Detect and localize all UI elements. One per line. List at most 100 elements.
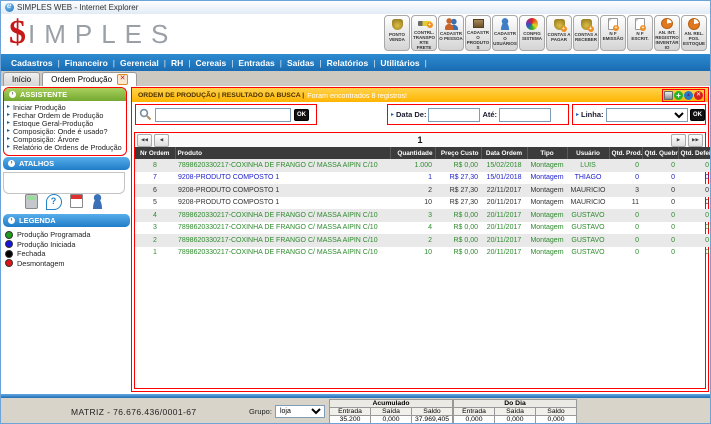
cell-quantidade: 4: [390, 222, 435, 235]
menu-item-saidas[interactable]: Saídas: [287, 58, 314, 68]
toolbar-button-n-f-emissao[interactable]: +N F EMISSÃO: [600, 15, 626, 51]
column-header-data-ordem[interactable]: Data Ordem: [481, 147, 527, 159]
toolbar-button-an-int-registro-inventario[interactable]: AN. INT. REGISTRO INVENTÁRIO: [654, 15, 680, 51]
company-identifier: MATRIZ - 76.676.436/0001-67: [71, 407, 196, 417]
tab-close-icon[interactable]: [117, 74, 128, 85]
menu-item-cadastros[interactable]: Cadastros: [11, 58, 53, 68]
summary-col-saida: Saída: [371, 408, 412, 416]
print-icon[interactable]: [664, 91, 673, 100]
table-row[interactable]: 79208-PRODUTO COMPOSTO 11R$ 27,3015/01/2…: [135, 172, 711, 185]
cell-nr-ordem: 1: [135, 247, 175, 260]
cell-qtd-prod: 0: [609, 209, 642, 222]
linha-ok-button[interactable]: OK: [690, 109, 705, 121]
toolbar-button-an-rel-pos-estoque[interactable]: AN. REL. POS. ESTOQUE: [681, 15, 707, 51]
cell-quantidade: 2: [390, 234, 435, 247]
menu-item-utilitarios[interactable]: Utilitários: [380, 58, 419, 68]
table-row[interactable]: 69208-PRODUTO COMPOSTO 12R$ 27,3022/11/2…: [135, 184, 711, 197]
sidebar-item-relatorio-de-ordens-de-producao[interactable]: ▸Relatório de Ordens de Produção: [7, 144, 124, 152]
search-input[interactable]: [155, 108, 291, 122]
ate-input[interactable]: [499, 108, 551, 122]
toolbar-button-config-sistema[interactable]: CONFIG SISTEMA: [519, 15, 545, 51]
menu-item-entradas[interactable]: Entradas: [238, 58, 274, 68]
table-row[interactable]: 17898620330217-COXINHA DE FRANGO C/ MASS…: [135, 247, 711, 260]
table-row[interactable]: 27898620330217-COXINHA DE FRANGO C/ MASS…: [135, 234, 711, 247]
atalhos-header[interactable]: › ATALHOS: [3, 157, 130, 170]
column-header-quantidade[interactable]: Quantidade: [390, 147, 435, 159]
legenda-list: Produção ProgramadaProdução IniciadaFech…: [5, 230, 125, 268]
chevron-circle-icon: ›: [8, 217, 15, 224]
status-bar: MATRIZ - 76.676.436/0001-67 Grupo: loja …: [1, 398, 710, 423]
delete-icon[interactable]: [694, 91, 703, 100]
column-header-nr-ordem[interactable]: Nr Ordem: [135, 147, 175, 159]
menu-item-gerencial[interactable]: Gerencial: [120, 58, 159, 68]
toolbar-button-cadastro-produtos[interactable]: CADASTRO PRODUTOS: [465, 15, 491, 51]
menu-separator: |: [164, 58, 166, 68]
column-header-tipo[interactable]: Tipo: [527, 147, 567, 159]
cell-quantidade: 3: [390, 209, 435, 222]
menu-item-cereais[interactable]: Cereais: [195, 58, 226, 68]
results-header-title: ORDEM DE PRODUÇÃO | RESULTADO DA BUSCA |: [138, 92, 304, 99]
cell-tipo: Montagem: [527, 222, 567, 235]
cell-qtd-quebra: 0: [642, 209, 678, 222]
menu-item-rh[interactable]: RH: [171, 58, 183, 68]
toolbar-button-label: CADASTRO USUÁRIOS: [493, 31, 517, 46]
table-row[interactable]: 37898620330217-COXINHA DE FRANGO C/ MASS…: [135, 222, 711, 235]
toolbar-button-contrl-transporte-frete[interactable]: +CONTRL. TRANSPORTE FRETE: [411, 15, 437, 51]
search-ok-button[interactable]: OK: [294, 109, 309, 121]
add-icon[interactable]: [674, 91, 683, 100]
summary-value-entrada: 0,000: [454, 416, 495, 424]
toolbar-button-cadastro-pessoa[interactable]: CADASTRO PESSOA: [438, 15, 464, 51]
menu-item-financeiro[interactable]: Financeiro: [65, 58, 108, 68]
column-header-qtd-defeito[interactable]: Qtd. Defeito: [678, 147, 711, 159]
toolbar-button-contas-a-pagar[interactable]: +CONTAS A PAGAR: [546, 15, 572, 51]
linha-select[interactable]: [606, 108, 688, 122]
edit-icon[interactable]: [684, 91, 693, 100]
money-bag-plus-icon: +: [581, 19, 592, 30]
summary-col-entrada: Entrada: [454, 408, 495, 416]
toolbar-button-n-f-escrit[interactable]: +N F ESCRIT.: [627, 15, 653, 51]
column-header-usuario[interactable]: Usuário: [567, 147, 609, 159]
summary-value-saldo: 0,000: [536, 416, 577, 424]
assistente-list: ▸Iniciar Produção▸Fechar Ordem de Produç…: [4, 101, 126, 155]
legend-label: Produção Iniciada: [17, 240, 75, 249]
cell-data-ordem: 20/11/2017: [481, 234, 527, 247]
cell-data-ordem: 15/01/2018: [481, 172, 527, 185]
search-group: OK: [135, 104, 317, 125]
calendar-icon[interactable]: [70, 194, 83, 208]
person-icon[interactable]: [91, 194, 104, 209]
cell-qtd-quebra: 0: [642, 247, 678, 260]
column-header-qtd-prod[interactable]: Qtd. Prod.: [609, 147, 642, 159]
summary-col-saldo: Saldo: [536, 408, 577, 416]
calculator-icon[interactable]: [25, 194, 38, 209]
menu-bar: Cadastros|Financeiro|Gerencial|RH|Cereai…: [1, 54, 710, 71]
acumulado-table: AcumuladoEntradaSaídaSaldo35.2000,00037.…: [329, 399, 453, 424]
toolbar-button-cadastro-usuarios[interactable]: CADASTRO USUÁRIOS: [492, 15, 518, 51]
legend-label: Desmontagem: [17, 259, 64, 268]
column-header-produto[interactable]: Produto: [175, 147, 390, 159]
cell-data-ordem: 20/11/2017: [481, 209, 527, 222]
grupo-select[interactable]: loja: [275, 405, 325, 418]
column-header-qtd-quebra[interactable]: Qtd. Quebra: [642, 147, 678, 159]
dodia-table: Do DiaEntradaSaídaSaldo0,0000,0000,000: [453, 399, 577, 424]
cell-usuario: MAURICIO: [567, 184, 609, 197]
toolbar-button-contas-a-receber[interactable]: +CONTAS A RECEBER: [573, 15, 599, 51]
data-de-input[interactable]: [428, 108, 480, 122]
tab-ordem-producao[interactable]: Ordem Produção: [42, 72, 137, 86]
cell-nr-ordem: 6: [135, 184, 175, 197]
tab-strip: Início Ordem Produção: [1, 71, 710, 86]
toolbar-button-ponto-venda[interactable]: PONTO VENDA: [384, 15, 410, 51]
cell-preco-custo: R$ 0,00: [435, 234, 481, 247]
cell-preco-custo: R$ 27,30: [435, 184, 481, 197]
legend-item-producao-programada: Produção Programada: [5, 230, 125, 240]
tab-inicio[interactable]: Início: [3, 72, 40, 86]
column-header-preco-custo[interactable]: Preço Custo: [435, 147, 481, 159]
legenda-header[interactable]: › LEGENDA: [3, 214, 130, 227]
table-row[interactable]: 87898620330217-COXINHA DE FRANGO C/ MASS…: [135, 159, 711, 172]
table-row[interactable]: 47898620330217-COXINHA DE FRANGO C/ MASS…: [135, 209, 711, 222]
menu-item-relatorios[interactable]: Relatórios: [327, 58, 369, 68]
cell-nr-ordem: 7: [135, 172, 175, 185]
pie-chart-icon: [661, 18, 673, 29]
bullet-arrow-icon: ▸: [576, 111, 579, 118]
table-row[interactable]: 59208-PRODUTO COMPOSTO 110R$ 27,3020/11/…: [135, 197, 711, 210]
help-icon[interactable]: [46, 194, 62, 210]
